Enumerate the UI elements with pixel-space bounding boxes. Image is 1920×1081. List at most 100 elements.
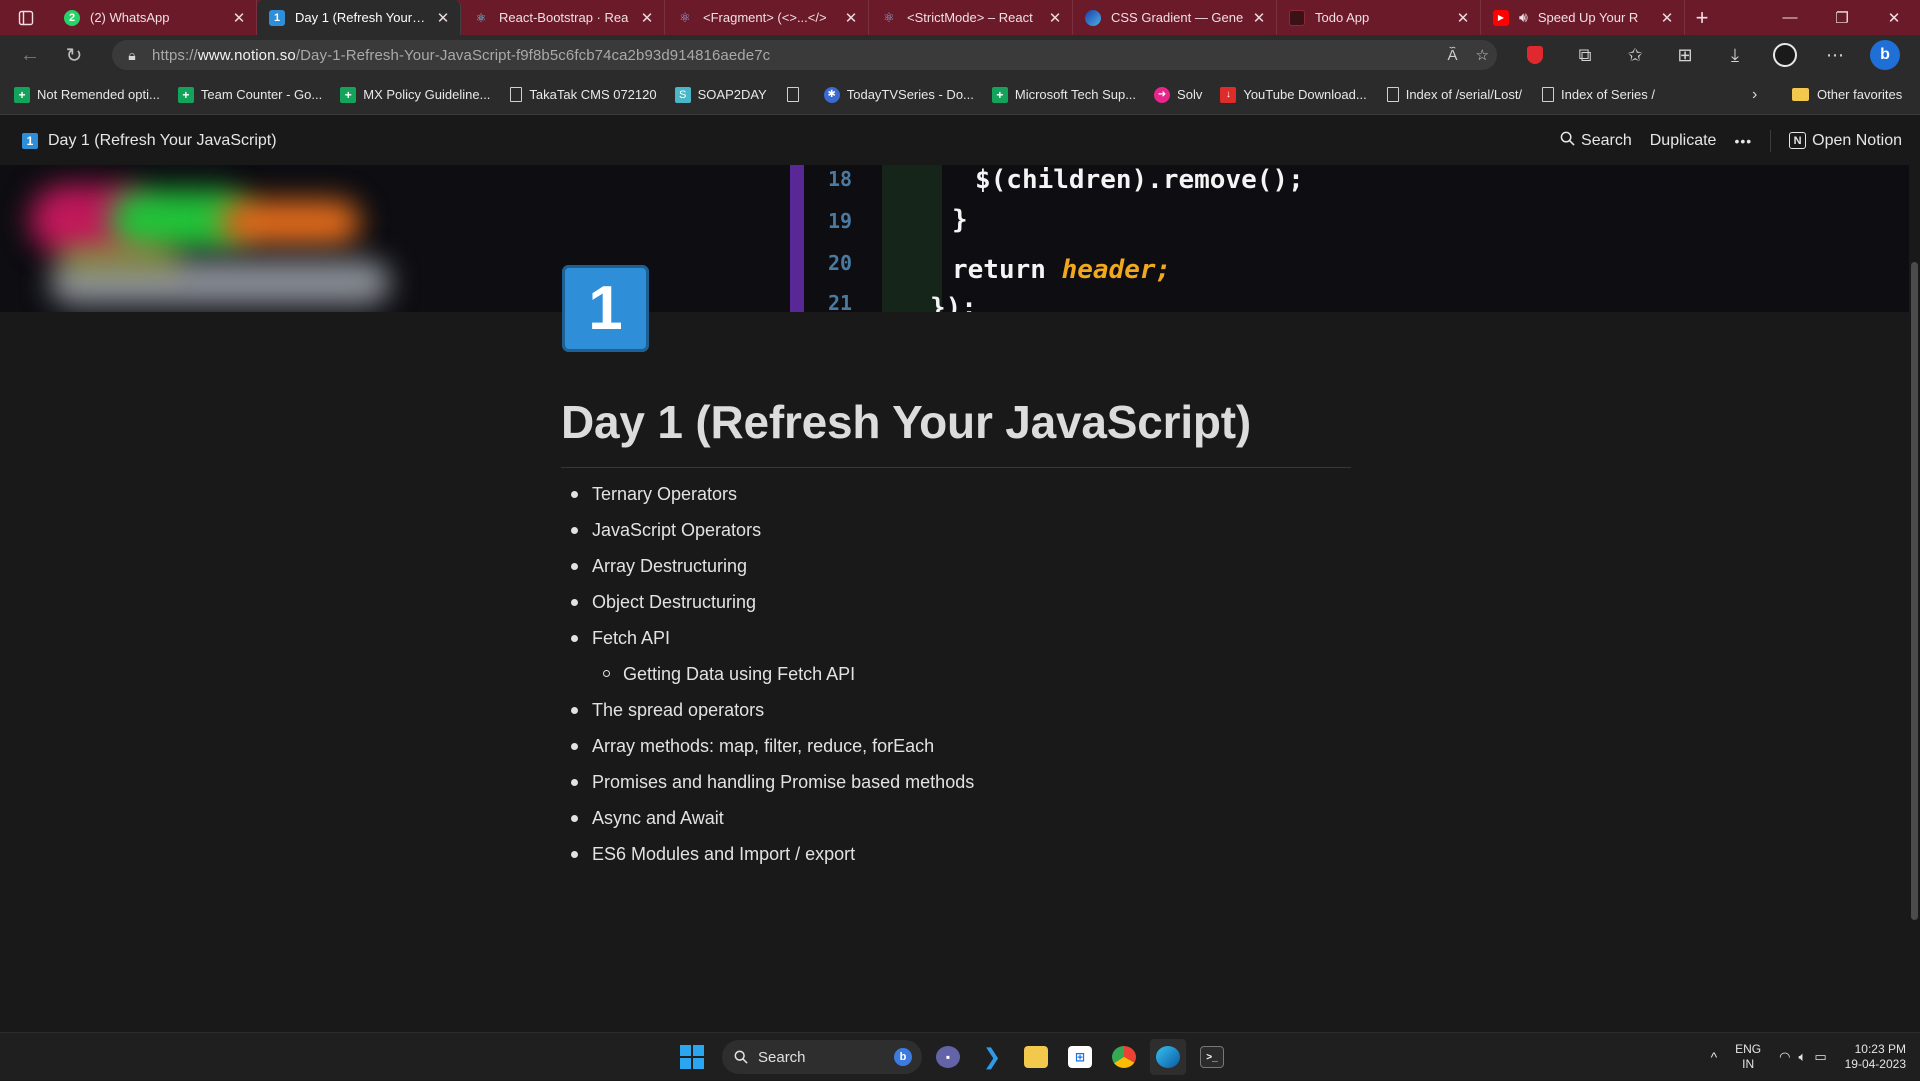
wifi-icon: ◠ bbox=[1779, 1049, 1791, 1064]
volume-icon: 🔈︎ bbox=[1798, 1049, 1807, 1064]
more-menu-icon[interactable]: ⋯ bbox=[1810, 35, 1860, 75]
bookmark-item[interactable]: TakaTak CMS 072120 bbox=[508, 87, 657, 102]
list-item[interactable]: Object Destructuring bbox=[561, 588, 974, 624]
chrome-icon[interactable] bbox=[1106, 1039, 1142, 1075]
bookmark-item[interactable]: + MX Policy Guideline... bbox=[340, 86, 490, 103]
system-status[interactable]: ◠ 🔈︎ ▭ bbox=[1779, 1049, 1826, 1065]
page-icon bbox=[1542, 87, 1555, 102]
list-item[interactable]: Array methods: map, filter, reduce, forE… bbox=[561, 732, 974, 768]
list-item[interactable]: Array Destructuring bbox=[561, 552, 974, 588]
todo-icon bbox=[1289, 9, 1305, 26]
teams-chat-icon[interactable]: ▪ bbox=[930, 1039, 966, 1075]
reload-icon: ↻ bbox=[65, 44, 83, 67]
windows-taskbar: Search b ▪ ❯ ⊞ >_ ^ ENG IN ◠ 🔈︎ ▭ 10:23 … bbox=[0, 1032, 1920, 1080]
bookmark-item[interactable]: Index of Series / bbox=[1540, 87, 1655, 102]
close-window-icon[interactable]: ✕ bbox=[1868, 0, 1920, 35]
page-icon: 1 bbox=[22, 132, 38, 149]
list-item[interactable]: Ternary Operators bbox=[561, 480, 974, 516]
tab-css-gradient[interactable]: CSS Gradient — Gene ✕ bbox=[1073, 0, 1277, 35]
divider bbox=[1770, 129, 1772, 152]
extensions-icon[interactable]: ⧉ bbox=[1560, 35, 1610, 75]
tab-react-fragment[interactable]: ⚛ <Fragment> (<>...</> ✕ bbox=[665, 0, 869, 35]
close-icon[interactable]: ✕ bbox=[1454, 9, 1472, 27]
read-aloud-icon[interactable]: A᷈ bbox=[1448, 47, 1458, 64]
search-button[interactable]: Search bbox=[1560, 131, 1632, 151]
list-item[interactable]: Fetch API bbox=[561, 624, 974, 660]
youtube-icon: ▶ bbox=[1493, 9, 1509, 26]
list-item[interactable]: ES6 Modules and Import / export bbox=[561, 840, 974, 876]
tab-react-bootstrap[interactable]: ⚛ React-Bootstrap · Rea ✕ bbox=[461, 0, 665, 35]
lock-icon[interactable]: 🔒︎ bbox=[112, 47, 152, 64]
downloads-icon[interactable]: ⤓ bbox=[1710, 35, 1760, 75]
bing-icon: b bbox=[894, 1048, 912, 1066]
tab-whatsapp[interactable]: 2 (2) WhatsApp ✕ bbox=[52, 0, 257, 35]
list-item[interactable]: Async and Await bbox=[561, 804, 974, 840]
vscode-icon[interactable]: ❯ bbox=[974, 1039, 1010, 1075]
new-tab-button[interactable]: + bbox=[1685, 5, 1719, 31]
collections-icon[interactable]: ⊞ bbox=[1660, 35, 1710, 75]
bookmark-item[interactable]: + Microsoft Tech Sup... bbox=[991, 86, 1136, 103]
close-icon[interactable]: ✕ bbox=[1658, 9, 1676, 27]
windows-start-icon[interactable] bbox=[680, 1045, 704, 1069]
tab-todo-app[interactable]: Todo App ✕ bbox=[1277, 0, 1481, 35]
breadcrumb[interactable]: 1 Day 1 (Refresh Your JavaScript) bbox=[22, 132, 277, 150]
list-item[interactable]: The spread operators bbox=[561, 696, 974, 732]
list-item[interactable]: Promises and handling Promise based meth… bbox=[561, 768, 974, 804]
terminal-icon[interactable]: >_ bbox=[1194, 1039, 1230, 1075]
shield-extension-icon[interactable] bbox=[1510, 35, 1560, 75]
page-cover-image[interactable]: 18 19 20 21 $(children).remove(); } retu… bbox=[0, 165, 1909, 312]
tab-title: Speed Up Your R bbox=[1537, 10, 1639, 25]
add-favorite-icon[interactable]: ☆ bbox=[1476, 46, 1489, 64]
taskbar-search[interactable]: Search b bbox=[722, 1040, 922, 1074]
duplicate-button[interactable]: Duplicate bbox=[1650, 132, 1717, 150]
tab-react-strictmode[interactable]: ⚛ <StrictMode> – React ✕ bbox=[869, 0, 1073, 35]
bookmark-item[interactable]: S SOAP2DAY bbox=[674, 86, 767, 103]
url-text[interactable]: https://www.notion.so/Day-1-Refresh-Your… bbox=[152, 47, 770, 64]
bookmark-item[interactable]: ➜ Solv bbox=[1154, 86, 1202, 103]
back-button[interactable]: ← bbox=[8, 35, 52, 75]
microsoft-store-icon[interactable]: ⊞ bbox=[1062, 1039, 1098, 1075]
nested-list-item[interactable]: Getting Data using Fetch API bbox=[561, 660, 974, 696]
more-options-button[interactable]: ••• bbox=[1734, 133, 1752, 149]
bookmark-item[interactable] bbox=[785, 87, 806, 102]
bookmark-item[interactable]: ↓ YouTube Download... bbox=[1220, 86, 1367, 103]
tab-actions-icon[interactable] bbox=[0, 0, 52, 35]
profile-avatar-icon[interactable] bbox=[1760, 35, 1810, 75]
close-icon[interactable]: ✕ bbox=[230, 9, 248, 27]
close-icon[interactable]: ✕ bbox=[842, 9, 860, 27]
restore-icon[interactable]: ❐ bbox=[1816, 0, 1868, 35]
bing-chat-icon[interactable]: b bbox=[1860, 35, 1910, 75]
favorites-icon[interactable]: ✩ bbox=[1610, 35, 1660, 75]
close-icon[interactable]: ✕ bbox=[1250, 9, 1268, 27]
page-icon-large[interactable]: 1 bbox=[562, 265, 649, 352]
file-explorer-icon[interactable] bbox=[1018, 1039, 1054, 1075]
tab-youtube[interactable]: ▶ 🔊︎ Speed Up Your R ✕ bbox=[1481, 0, 1685, 35]
reload-button[interactable]: ↻ bbox=[52, 35, 96, 75]
tab-title: CSS Gradient — Gene bbox=[1111, 10, 1244, 25]
bookmark-item[interactable]: + Team Counter - Go... bbox=[177, 86, 322, 103]
minimize-icon[interactable]: — bbox=[1764, 0, 1816, 35]
page-title[interactable]: Day 1 (Refresh Your JavaScript) bbox=[561, 395, 1251, 449]
other-favorites[interactable]: Other favorites bbox=[1792, 87, 1902, 102]
language-indicator[interactable]: ENG IN bbox=[1735, 1042, 1761, 1072]
page-icon bbox=[786, 87, 799, 102]
bookmark-item[interactable]: + Not Remended opti... bbox=[14, 86, 160, 103]
address-bar[interactable]: 🔒︎ https://www.notion.so/Day-1-Refresh-Y… bbox=[112, 40, 1497, 70]
speaker-icon[interactable]: 🔊︎ bbox=[1519, 9, 1528, 26]
chevron-right-icon[interactable]: › bbox=[1752, 86, 1757, 104]
close-icon[interactable]: ✕ bbox=[1046, 9, 1064, 27]
scrollbar-thumb[interactable] bbox=[1911, 262, 1918, 920]
list-item[interactable]: JavaScript Operators bbox=[561, 516, 974, 552]
close-icon[interactable]: ✕ bbox=[638, 9, 656, 27]
clock[interactable]: 10:23 PM 19-04-2023 bbox=[1845, 1042, 1906, 1072]
open-notion-button[interactable]: N Open Notion bbox=[1789, 132, 1902, 150]
tab-notion-day1[interactable]: 1 Day 1 (Refresh Your Ja ✕ bbox=[257, 0, 461, 35]
system-tray: ^ ENG IN ◠ 🔈︎ ▭ 10:23 PM 19-04-2023 bbox=[1711, 1033, 1906, 1081]
tab-title: React-Bootstrap · Rea bbox=[499, 10, 629, 25]
close-icon[interactable]: ✕ bbox=[434, 9, 452, 27]
bookmark-item[interactable]: ✱ TodayTVSeries - Do... bbox=[823, 86, 974, 103]
bookmark-item[interactable]: Index of /serial/Lost/ bbox=[1385, 87, 1522, 102]
edge-icon[interactable] bbox=[1150, 1039, 1186, 1075]
chevron-up-icon[interactable]: ^ bbox=[1711, 1049, 1718, 1065]
sheets-icon: + bbox=[991, 86, 1008, 103]
